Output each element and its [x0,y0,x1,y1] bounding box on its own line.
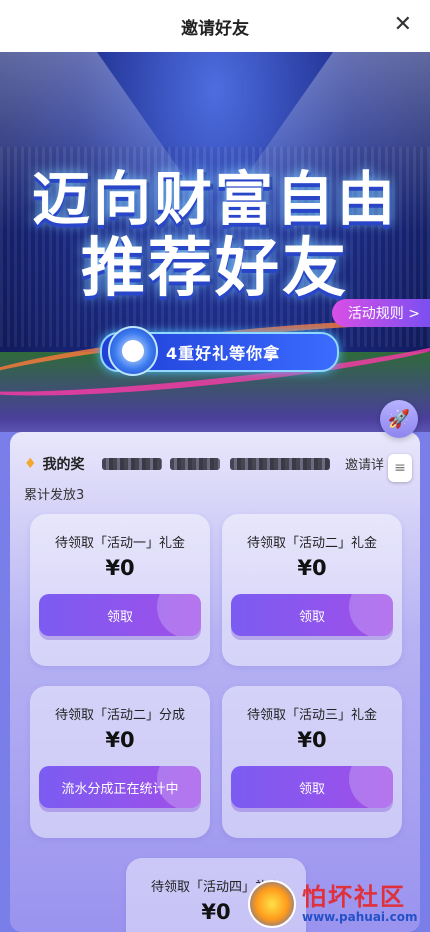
activity-rules-button[interactable]: 活动规则 > [331,299,430,327]
reward-card-amount: ¥0 [297,556,327,580]
reward-card-amount: ¥0 [105,556,135,580]
reward-card-label: 待领取「活动二」礼金 [246,536,377,551]
rewards-panel: ♦ 我的奖 邀请详 ≡ 累计发放3 待领取「活动一」礼金 ¥0 领取 待领取「活… [10,432,420,932]
redacted-text [170,458,220,470]
claim-button[interactable]: 领取 [231,766,393,808]
my-rewards-title: 我的奖 [42,457,85,473]
reward-card-amount: ¥0 [105,728,135,752]
redacted-text [230,458,330,470]
rewards-badge-text: 4重好礼等你拿 [166,344,281,363]
commission-status-label: 流水分成正在统计中 [61,781,179,797]
rocket-icon[interactable]: 🚀 [380,400,418,438]
claim-button-label: 领取 [106,609,133,625]
claim-button[interactable]: 领取 [231,594,393,636]
document-icon[interactable]: ≡ [388,454,412,482]
reward-card-amount: ¥0 [297,728,327,752]
rewards-badge: 4重好礼等你拿 [100,326,339,376]
reward-card-label: 待领取「活动二」分成 [54,708,185,723]
brand-emblem-icon [108,326,158,376]
page-title: 邀请好友 [181,18,249,39]
total-issued-label: 累计发放3 [24,488,85,503]
claim-button-label: 领取 [298,609,325,625]
watermark-logo-icon [248,880,296,928]
claim-button[interactable]: 领取 [39,594,201,636]
reward-card: 待领取「活动二」礼金 ¥0 领取 [222,514,402,666]
watermark-name: 怕坏社区 [302,883,406,911]
reward-card: 待领取「活动一」礼金 ¥0 领取 [30,514,210,666]
top-bar: 邀请好友 ✕ [0,0,430,52]
watermark-url: www.pahuai.com [302,910,418,924]
close-icon[interactable]: ✕ [394,12,412,38]
gem-icon: ♦ [24,456,37,472]
reward-card-label: 待领取「活动一」礼金 [54,536,185,551]
hero-banner: 迈向财富自由 推荐好友 活动规则 > 4重好礼等你拿 [0,52,430,432]
claim-button-label: 领取 [298,781,325,797]
headline-line-2: 推荐好友 [81,232,349,306]
commission-status-button[interactable]: 流水分成正在统计中 [39,766,201,808]
invite-details-link[interactable]: 邀请详 [345,454,384,473]
redacted-text [102,458,162,470]
site-watermark: 怕坏社区 www.pahuai.com [248,880,424,928]
reward-card: 待领取「活动三」礼金 ¥0 领取 [222,686,402,838]
reward-card-label: 待领取「活动三」礼金 [246,708,377,723]
reward-card: 待领取「活动二」分成 ¥0 流水分成正在统计中 [30,686,210,838]
my-rewards-heading: ♦ 我的奖 [24,454,85,474]
